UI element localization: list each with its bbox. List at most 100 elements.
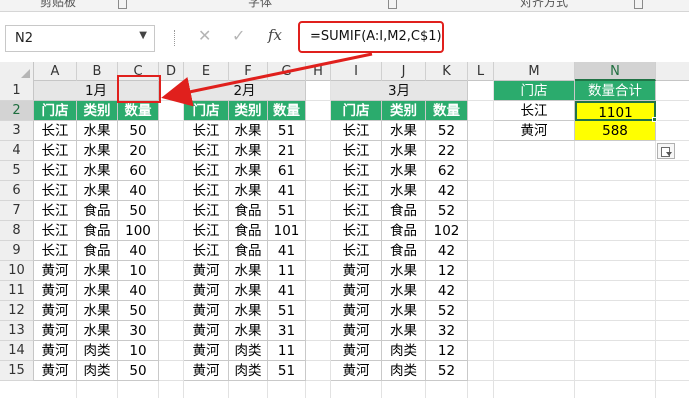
- table-cell[interactable]: 黄河: [184, 301, 229, 321]
- summary-store-cell[interactable]: 黄河: [494, 121, 575, 141]
- table-cell[interactable]: 食品: [77, 201, 118, 221]
- table-cell[interactable]: 黄河: [184, 361, 229, 381]
- table-cell[interactable]: 长江: [184, 181, 229, 201]
- table-cell[interactable]: 黄河: [34, 281, 77, 301]
- table-cell[interactable]: 长江: [331, 181, 382, 201]
- table-cell[interactable]: 20: [118, 141, 159, 161]
- fill-handle[interactable]: [652, 117, 657, 122]
- formula-input[interactable]: =SUMIF(A:I,M2,C$1): [298, 21, 444, 53]
- table-cell[interactable]: 长江: [184, 121, 229, 141]
- table-cell[interactable]: 黄河: [331, 261, 382, 281]
- table-cell[interactable]: 长江: [184, 201, 229, 221]
- dialog-launcher-icon[interactable]: [388, 0, 397, 9]
- table-cell[interactable]: 长江: [331, 241, 382, 261]
- table-cell[interactable]: 12: [426, 341, 468, 361]
- table-cell[interactable]: 黄河: [34, 341, 77, 361]
- table-cell[interactable]: 黄河: [184, 281, 229, 301]
- table-cell[interactable]: 10: [118, 261, 159, 281]
- table-cell[interactable]: 21: [268, 141, 306, 161]
- table-cell[interactable]: 黄河: [331, 321, 382, 341]
- table-cell[interactable]: 水果: [382, 281, 426, 301]
- table-cell[interactable]: 水果: [229, 121, 268, 141]
- table-cell[interactable]: 水果: [229, 141, 268, 161]
- row-header-15[interactable]: 15: [0, 361, 34, 381]
- dialog-launcher-icon[interactable]: [634, 0, 643, 9]
- table-cell[interactable]: 42: [426, 281, 468, 301]
- table-cell[interactable]: 10: [118, 341, 159, 361]
- column-header-i[interactable]: I: [331, 62, 382, 81]
- table-cell[interactable]: 31: [268, 321, 306, 341]
- table-cell[interactable]: 长江: [34, 221, 77, 241]
- row-header-1[interactable]: 1: [0, 81, 34, 101]
- sum-total-cell[interactable]: 588: [575, 121, 656, 141]
- table-cell[interactable]: 黄河: [34, 361, 77, 381]
- row-header-3[interactable]: 3: [0, 121, 34, 141]
- table-cell[interactable]: 长江: [331, 141, 382, 161]
- table-cell[interactable]: 22: [426, 141, 468, 161]
- table-cell[interactable]: 长江: [34, 201, 77, 221]
- table-cell[interactable]: 50: [118, 361, 159, 381]
- row-header-11[interactable]: 11: [0, 281, 34, 301]
- table-cell[interactable]: 水果: [77, 301, 118, 321]
- table-cell[interactable]: 水果: [229, 161, 268, 181]
- table-cell[interactable]: 51: [268, 301, 306, 321]
- table-cell[interactable]: 黄河: [184, 321, 229, 341]
- table-cell[interactable]: 肉类: [229, 361, 268, 381]
- table-cell[interactable]: 水果: [382, 161, 426, 181]
- table-cell[interactable]: 食品: [382, 241, 426, 261]
- table-cell[interactable]: 黄河: [331, 361, 382, 381]
- table-cell[interactable]: 黄河: [184, 341, 229, 361]
- row-header-13[interactable]: 13: [0, 321, 34, 341]
- table-cell[interactable]: 水果: [382, 121, 426, 141]
- table-cell[interactable]: 肉类: [229, 341, 268, 361]
- table-cell[interactable]: 肉类: [77, 341, 118, 361]
- table-cell[interactable]: 水果: [77, 141, 118, 161]
- table-cell[interactable]: 52: [426, 301, 468, 321]
- column-header-e[interactable]: E: [184, 62, 229, 81]
- row-header-12[interactable]: 12: [0, 301, 34, 321]
- table-cell[interactable]: 水果: [382, 321, 426, 341]
- table-cell[interactable]: 食品: [77, 221, 118, 241]
- table-cell[interactable]: 黄河: [34, 321, 77, 341]
- table-cell[interactable]: 长江: [34, 181, 77, 201]
- column-header-d[interactable]: D: [159, 62, 184, 81]
- table-cell[interactable]: 长江: [331, 221, 382, 241]
- table-cell[interactable]: 11: [268, 261, 306, 281]
- table-cell[interactable]: 102: [426, 221, 468, 241]
- table-cell[interactable]: 水果: [382, 301, 426, 321]
- table-cell[interactable]: 长江: [34, 121, 77, 141]
- table-cell[interactable]: 水果: [77, 321, 118, 341]
- table-cell[interactable]: 长江: [184, 221, 229, 241]
- enter-icon[interactable]: ✓: [232, 26, 245, 45]
- dialog-launcher-icon[interactable]: [118, 0, 127, 9]
- column-header-k[interactable]: K: [426, 62, 468, 81]
- table-cell[interactable]: 黄河: [34, 301, 77, 321]
- column-header-g[interactable]: G: [268, 62, 306, 81]
- row-header-2[interactable]: 2: [0, 101, 34, 121]
- table-cell[interactable]: 水果: [229, 181, 268, 201]
- table-cell[interactable]: 11: [268, 341, 306, 361]
- table-cell[interactable]: 黄河: [331, 341, 382, 361]
- table-cell[interactable]: 40: [118, 181, 159, 201]
- table-cell[interactable]: 长江: [331, 121, 382, 141]
- row-header-9[interactable]: 9: [0, 241, 34, 261]
- column-header-b[interactable]: B: [77, 62, 118, 81]
- table-cell[interactable]: 长江: [34, 141, 77, 161]
- table-cell[interactable]: 41: [268, 281, 306, 301]
- table-cell[interactable]: 52: [426, 121, 468, 141]
- column-header-a[interactable]: A: [34, 62, 77, 81]
- row-header-10[interactable]: 10: [0, 261, 34, 281]
- table-cell[interactable]: 肉类: [382, 361, 426, 381]
- table-cell[interactable]: 食品: [229, 241, 268, 261]
- table-cell[interactable]: 食品: [77, 241, 118, 261]
- row-header-7[interactable]: 7: [0, 201, 34, 221]
- table-cell[interactable]: 101: [268, 221, 306, 241]
- table-cell[interactable]: 30: [118, 321, 159, 341]
- table-cell[interactable]: 水果: [229, 261, 268, 281]
- table-cell[interactable]: 100: [118, 221, 159, 241]
- table-cell[interactable]: 水果: [77, 121, 118, 141]
- table-cell[interactable]: 51: [268, 201, 306, 221]
- table-cell[interactable]: 62: [426, 161, 468, 181]
- table-cell[interactable]: 40: [118, 241, 159, 261]
- table-cell[interactable]: 食品: [382, 201, 426, 221]
